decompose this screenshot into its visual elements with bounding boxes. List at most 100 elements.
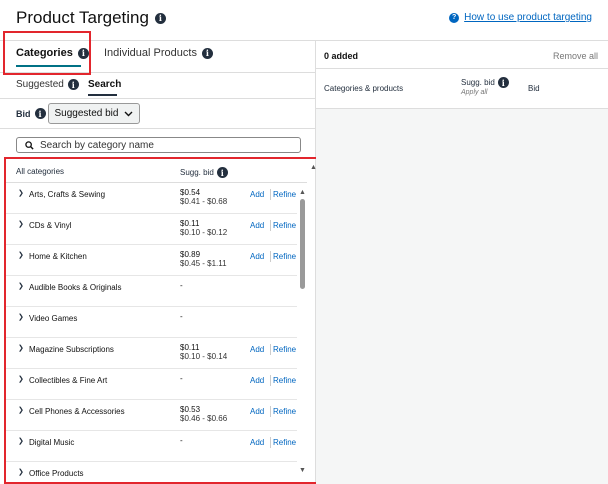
bid-label-text: Bid xyxy=(16,108,31,119)
refine-button[interactable]: Refine xyxy=(273,221,296,230)
refine-button[interactable]: Refine xyxy=(273,190,296,199)
add-button[interactable]: Add xyxy=(250,345,264,354)
add-button[interactable]: Add xyxy=(250,376,264,385)
expand-chevron-icon[interactable]: ❯ xyxy=(18,313,24,321)
added-count: 0 added xyxy=(324,51,359,61)
search-input[interactable]: Search by category name xyxy=(16,137,301,153)
bid-range: $0.41 - $0.68 xyxy=(180,197,228,206)
divider xyxy=(270,189,271,200)
info-icon[interactable]: i xyxy=(154,12,166,24)
tab-individual-label: Individual Products xyxy=(104,47,197,59)
bid-range: $0.46 - $0.66 xyxy=(180,414,228,423)
table-row: ❯ Video Games - xyxy=(6,307,297,338)
category-name: Collectibles & Fine Art xyxy=(29,376,108,385)
refine-button[interactable]: Refine xyxy=(273,345,296,354)
subtab-search-label: Search xyxy=(88,79,122,90)
scrollbar-thumb[interactable] xyxy=(300,199,305,289)
scroll-down-arrow-icon[interactable]: ▼ xyxy=(299,467,306,474)
refine-button[interactable]: Refine xyxy=(273,407,296,416)
remove-all-button[interactable]: Remove all xyxy=(553,51,598,61)
divider xyxy=(270,375,271,386)
table-row: ❯ CDs & Vinyl $0.11 $0.10 - $0.12 Add Re… xyxy=(6,214,297,245)
scroll-up-arrow-icon[interactable]: ▲ xyxy=(299,189,306,196)
add-button[interactable]: Add xyxy=(250,407,264,416)
scrollbar[interactable]: ▲ ▼ xyxy=(298,183,307,474)
tab-bar: Categories i Individual Products i xyxy=(0,31,315,75)
info-icon[interactable]: i xyxy=(67,79,79,90)
add-button[interactable]: Add xyxy=(250,438,264,447)
suggested-bid: $0.11 xyxy=(180,219,200,228)
add-button[interactable]: Add xyxy=(250,190,264,199)
suggested-bid: $0.89 xyxy=(180,250,201,259)
active-tab-indicator xyxy=(16,65,81,67)
category-name: Magazine Subscriptions xyxy=(29,345,114,354)
question-icon: ? xyxy=(449,12,460,23)
refine-button[interactable]: Refine xyxy=(273,438,296,447)
suggested-bid: $0.54 xyxy=(180,188,201,197)
bid-label: Bid i xyxy=(16,108,46,119)
expand-chevron-icon[interactable]: ❯ xyxy=(18,344,24,352)
page-title-text: Product Targeting xyxy=(16,8,149,27)
column-bid: Bid xyxy=(528,84,540,93)
column-header-category: All categories xyxy=(16,167,64,176)
product-targeting-page: Product Targeting i ? How to use product… xyxy=(0,0,608,484)
category-name: Cell Phones & Accessories xyxy=(29,407,125,416)
expand-chevron-icon[interactable]: ❯ xyxy=(18,406,24,414)
category-name: Digital Music xyxy=(29,438,75,447)
category-table: All categories Sugg. bid i ▲ ❯ Arts, Cra… xyxy=(4,157,319,484)
suggested-bid: - xyxy=(180,374,183,383)
info-icon[interactable]: i xyxy=(34,108,46,119)
refine-button[interactable]: Refine xyxy=(273,376,296,385)
divider xyxy=(270,220,271,231)
help-link-text[interactable]: How to use product targeting xyxy=(464,12,592,23)
help-link[interactable]: ? How to use product targeting xyxy=(449,12,592,23)
column-header-bid: Sugg. bid i xyxy=(180,167,228,178)
expand-chevron-icon[interactable]: ❯ xyxy=(18,220,24,228)
category-name: CDs & Vinyl xyxy=(29,221,72,230)
add-button[interactable]: Add xyxy=(250,252,264,261)
suggested-bid: $0.53 xyxy=(180,405,201,414)
expand-chevron-icon[interactable]: ❯ xyxy=(18,375,24,383)
expand-chevron-icon[interactable]: ❯ xyxy=(18,437,24,445)
suggested-bid: $0.11 xyxy=(180,343,200,352)
subtab-bar: Suggested i Search xyxy=(0,73,315,99)
expand-chevron-icon[interactable]: ❯ xyxy=(18,251,24,259)
column-sugg-bid: Sugg. bid i xyxy=(461,77,509,88)
info-icon[interactable]: i xyxy=(201,47,213,59)
bid-range: $0.10 - $0.12 xyxy=(180,228,228,237)
divider xyxy=(270,344,271,355)
search-icon xyxy=(25,140,34,150)
search-placeholder: Search by category name xyxy=(40,139,154,151)
bid-row: Bid i Suggested bid xyxy=(0,99,315,129)
column-bid-label: Sugg. bid xyxy=(180,168,214,177)
added-header: 0 added Remove all xyxy=(316,41,608,69)
bid-dropdown[interactable]: Suggested bid xyxy=(48,103,140,124)
apply-all-link[interactable]: Apply all xyxy=(461,89,487,96)
active-subtab-indicator xyxy=(88,94,117,96)
column-category-label: All categories xyxy=(16,167,65,176)
category-name: Arts, Crafts & Sewing xyxy=(29,190,106,199)
table-row: ❯ Office Products xyxy=(6,462,297,482)
subtab-search[interactable]: Search xyxy=(88,79,121,90)
tab-individual-products[interactable]: Individual Products i xyxy=(104,47,213,59)
info-icon[interactable]: i xyxy=(216,167,228,178)
table-row: ❯ Home & Kitchen $0.89 $0.45 - $1.11 Add… xyxy=(6,245,297,276)
table-row: ❯ Digital Music - Add Refine xyxy=(6,431,297,462)
table-row: ❯ Cell Phones & Accessories $0.53 $0.46 … xyxy=(6,400,297,431)
suggested-bid: - xyxy=(180,312,183,321)
expand-chevron-icon[interactable]: ❯ xyxy=(18,282,24,290)
info-icon[interactable]: i xyxy=(497,77,509,88)
expand-chevron-icon[interactable]: ❯ xyxy=(18,189,24,197)
header: Product Targeting i ? How to use product… xyxy=(0,0,608,40)
table-header: All categories Sugg. bid i xyxy=(6,159,307,183)
bid-dropdown-value: Suggested bid xyxy=(54,108,119,119)
add-button[interactable]: Add xyxy=(250,221,264,230)
column-categories-products: Categories & products xyxy=(324,84,404,93)
refine-button[interactable]: Refine xyxy=(273,252,296,261)
subtab-suggested[interactable]: Suggested i xyxy=(16,79,79,90)
tab-categories[interactable]: Categories i xyxy=(16,47,89,59)
info-icon[interactable]: i xyxy=(77,47,89,59)
expand-chevron-icon[interactable]: ❯ xyxy=(18,468,24,476)
divider xyxy=(270,437,271,448)
subtab-suggested-label: Suggested xyxy=(16,79,64,90)
